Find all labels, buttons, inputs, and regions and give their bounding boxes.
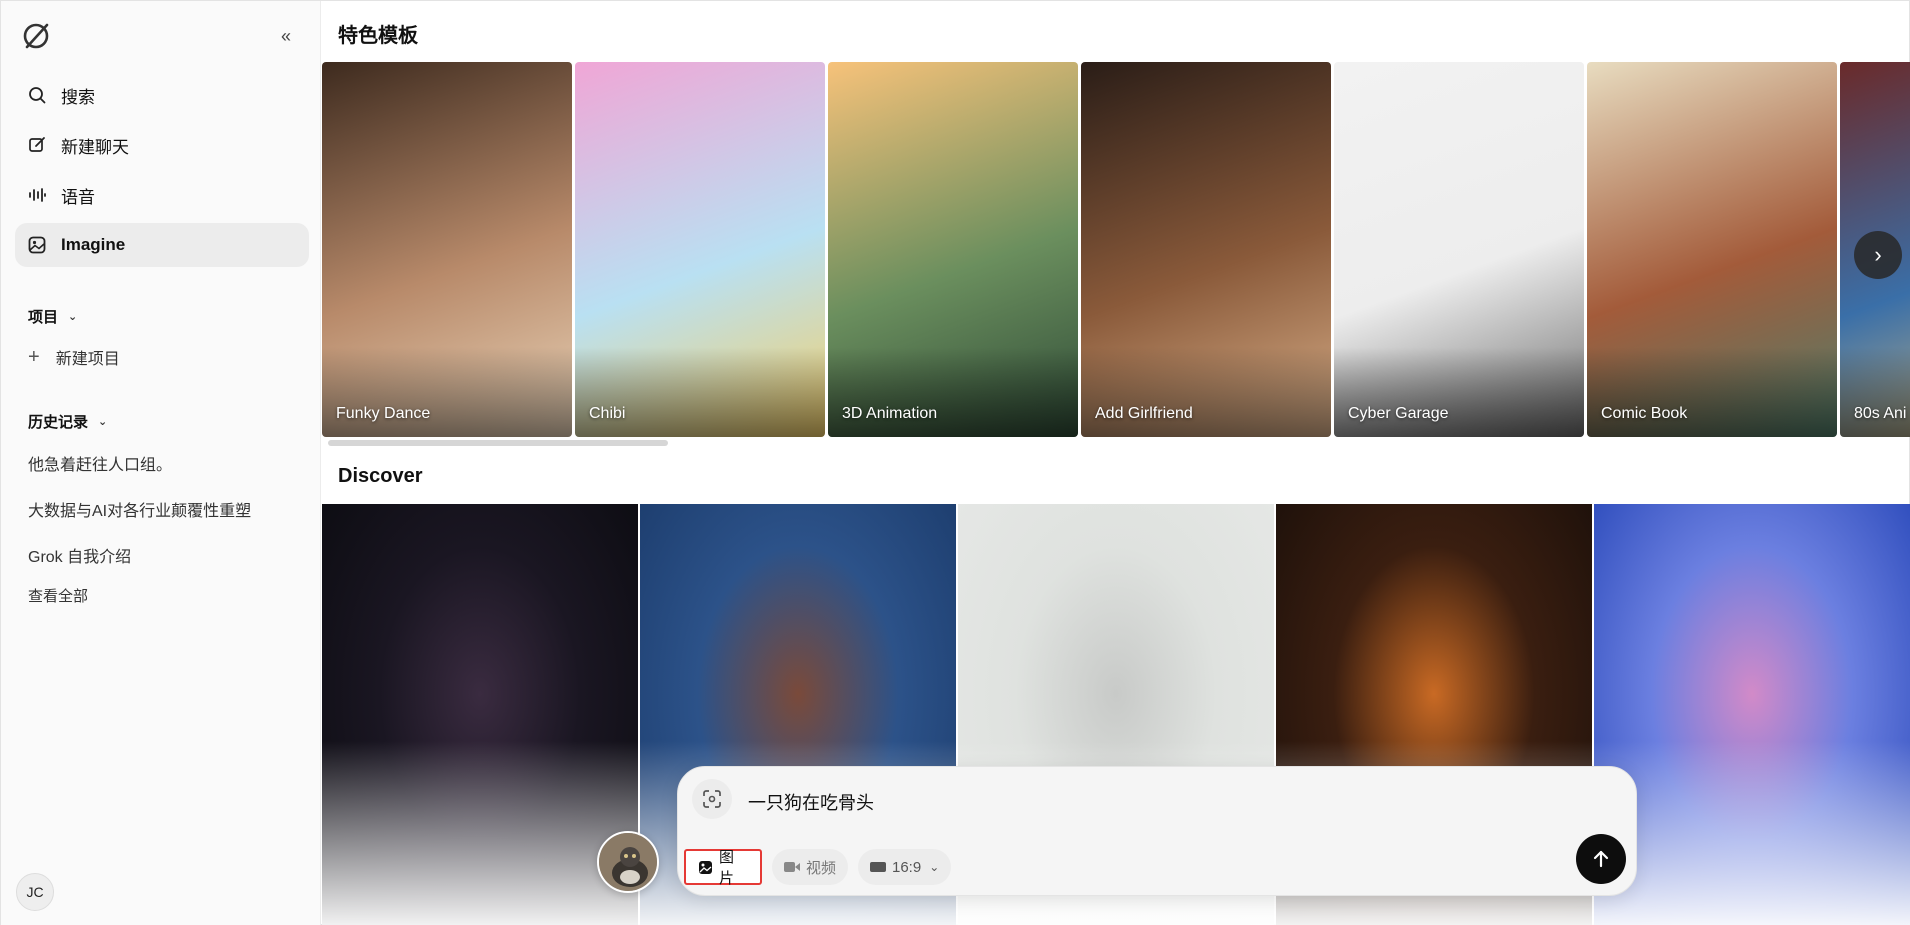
see-all-label: 查看全部	[28, 588, 89, 605]
card-shade	[1334, 347, 1584, 437]
discover-heading: Discover	[338, 465, 423, 487]
new-project-button[interactable]: + 新建项目	[28, 345, 120, 369]
attached-image-thumbnail[interactable]	[597, 831, 659, 893]
user-avatar[interactable]: JC	[16, 873, 54, 911]
card-shade	[828, 347, 1078, 437]
aspect-ratio-icon	[870, 861, 886, 873]
card-shade	[1840, 347, 1910, 437]
sidebar-item-voice[interactable]: 语音	[15, 173, 309, 217]
discover-card[interactable]	[1594, 504, 1910, 925]
card-shade	[1587, 347, 1837, 437]
card-shade	[322, 347, 572, 437]
sidebar-item-label: 搜索	[61, 87, 95, 107]
new-project-label: 新建项目	[55, 351, 120, 368]
upload-image-button[interactable]	[692, 779, 732, 819]
discover-card[interactable]	[322, 504, 638, 925]
template-card[interactable]: 3D Animation	[828, 62, 1078, 437]
template-card[interactable]: Comic Book	[1587, 62, 1837, 437]
projects-heading: 项目	[28, 309, 59, 326]
mode-video-label: 视频	[806, 859, 837, 877]
chevron-down-icon: ⌄	[98, 416, 108, 428]
templates-heading: 特色模板	[338, 25, 418, 47]
sidebar-item-imagine[interactable]: Imagine	[15, 223, 309, 267]
template-card-label: Funky Dance	[336, 405, 431, 422]
history-item[interactable]: Grok 自我介绍	[28, 543, 131, 567]
history-item-label: 大数据与AI对各行业颠覆性重塑	[28, 503, 252, 520]
prompt-input[interactable]: 一只狗在吃骨头	[748, 789, 874, 815]
mode-image-label: 图片	[719, 849, 735, 887]
sidebar-item-new-chat[interactable]: 新建聊天	[15, 123, 309, 167]
history-heading: 历史记录	[28, 414, 89, 431]
card-shade	[575, 347, 825, 437]
card-shade	[1081, 347, 1331, 437]
history-item-label: Grok 自我介绍	[28, 549, 132, 566]
history-item[interactable]: 他急着赶往人口组。	[28, 451, 172, 475]
carousel-scrollbar[interactable]	[328, 440, 668, 446]
chevron-right-icon: ›	[1874, 242, 1882, 267]
search-icon	[27, 85, 47, 105]
app-window: « 搜索 新建聊天 语音 Imagine 项目 ⌄ + 新建项目 历史记录 ⌄ …	[0, 0, 1910, 925]
image-plus-icon	[703, 790, 721, 808]
template-card-label: Comic Book	[1601, 405, 1688, 422]
template-card-label: 3D Animation	[842, 405, 938, 422]
template-card-label: Add Girlfriend	[1095, 405, 1193, 422]
template-card[interactable]: Chibi	[575, 62, 825, 437]
grok-logo-icon[interactable]	[19, 19, 53, 53]
template-card[interactable]: Cyber Garage	[1334, 62, 1584, 437]
template-card-label: Cyber Garage	[1348, 405, 1449, 422]
sidebar-item-label: Imagine	[61, 235, 126, 254]
history-section-toggle[interactable]: 历史记录 ⌄	[28, 411, 107, 432]
sidebar-item-label: 语音	[61, 187, 95, 207]
image-icon	[698, 860, 713, 875]
video-camera-icon	[784, 861, 800, 873]
edit-icon	[27, 135, 47, 155]
collapse-sidebar-icon[interactable]: «	[273, 23, 299, 49]
chevron-down-icon: ⌄	[68, 311, 78, 323]
sidebar: « 搜索 新建聊天 语音 Imagine 项目 ⌄ + 新建项目 历史记录 ⌄ …	[1, 1, 321, 925]
prompt-composer: 一只狗在吃骨头 图片 视频 16:9 ⌄	[677, 766, 1637, 896]
template-card[interactable]: Add Girlfriend	[1081, 62, 1331, 437]
see-all-history-link[interactable]: 查看全部	[28, 585, 88, 606]
template-card-label: Chibi	[589, 405, 626, 422]
projects-section-toggle[interactable]: 项目 ⌄	[28, 306, 77, 327]
mode-image-button[interactable]: 图片	[684, 849, 762, 887]
history-item[interactable]: 大数据与AI对各行业颠覆性重塑	[28, 497, 251, 521]
template-card[interactable]: Funky Dance	[322, 62, 572, 437]
imagine-icon	[27, 235, 47, 255]
carousel-next-button[interactable]: ›	[1854, 231, 1902, 279]
sidebar-item-label: 新建聊天	[61, 137, 129, 157]
send-button[interactable]	[1576, 834, 1626, 884]
aspect-ratio-label: 16:9	[892, 858, 922, 876]
plus-icon: +	[28, 345, 40, 368]
sidebar-item-search[interactable]: 搜索	[15, 73, 309, 117]
arrow-up-icon	[1593, 850, 1609, 868]
history-item-label: 他急着赶往人口组。	[28, 457, 173, 474]
templates-carousel: Funky Dance Chibi 3D Animation Add Girlf…	[322, 62, 1910, 437]
mode-video-button[interactable]: 视频	[772, 849, 849, 885]
voice-wave-icon	[27, 185, 47, 205]
aspect-ratio-dropdown[interactable]: 16:9 ⌄	[858, 849, 952, 885]
chevron-down-icon: ⌄	[929, 860, 940, 874]
template-card-label: 80s Ani	[1854, 405, 1907, 422]
